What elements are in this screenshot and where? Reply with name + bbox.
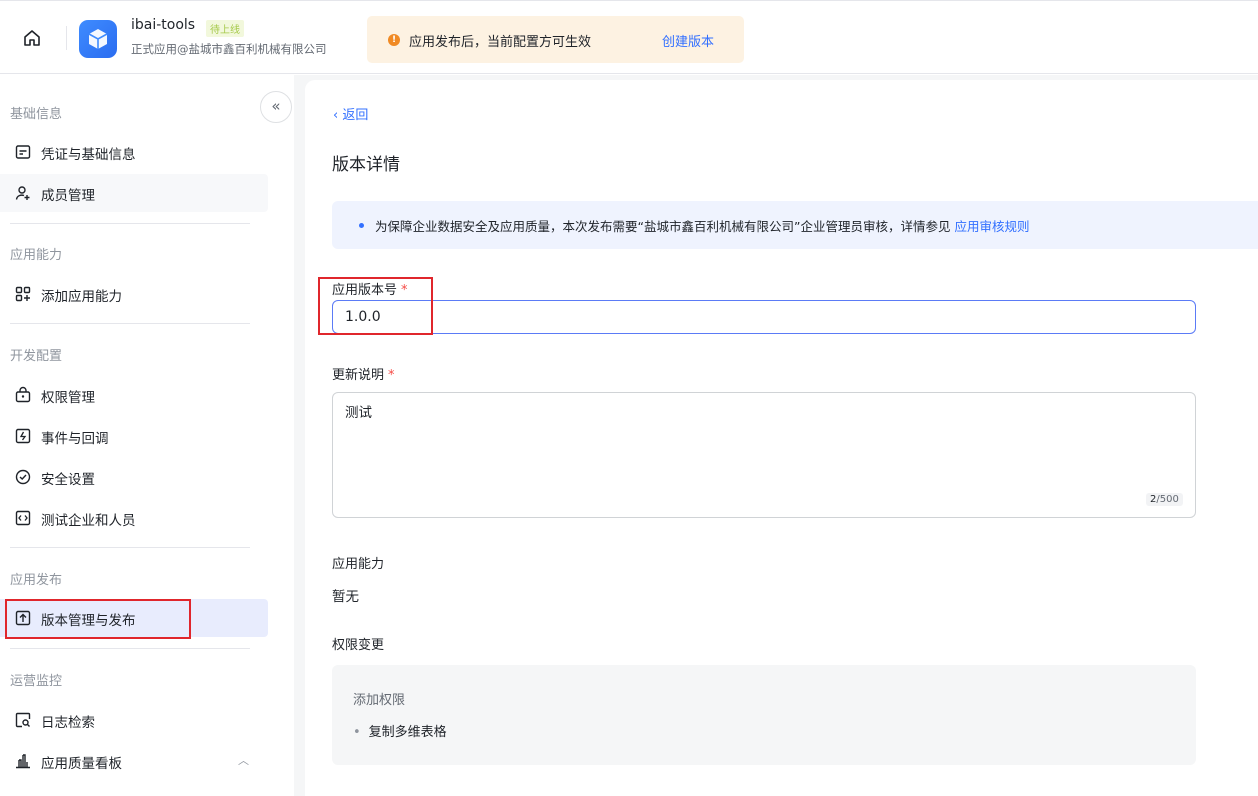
info-banner: 为保障企业数据安全及应用质量，本次发布需要“盐城市鑫百利机械有限公司”企业管理员…	[332, 201, 1258, 249]
top-header: ibai-tools 待上线 正式应用@盐城市鑫百利机械有限公司 ! 应用发布后…	[0, 0, 1258, 74]
notes-textarea[interactable]: 测试	[332, 392, 1196, 518]
permission-change-box: 添加权限 复制多维表格	[332, 665, 1196, 765]
sidebar-item-label: 测试企业和人员	[41, 513, 136, 529]
back-link[interactable]: ‹ 返回	[333, 104, 368, 123]
bullet-icon	[359, 223, 364, 228]
page-title: 版本详情	[332, 155, 400, 175]
sidebar-item-label: 安全设置	[41, 472, 95, 488]
status-badge: 待上线	[206, 20, 244, 37]
notice-text: 应用发布后，当前配置方可生效	[409, 35, 592, 50]
event-icon	[14, 427, 32, 445]
section-title-capability: 应用能力	[10, 248, 63, 263]
chevron-left-icon: ‹	[333, 108, 343, 123]
add-permission-title: 添加权限	[353, 693, 406, 708]
permission-item: 复制多维表格	[353, 721, 447, 740]
upload-icon	[14, 609, 32, 627]
credential-icon	[14, 143, 32, 161]
sidebar-item-label: 事件与回调	[41, 431, 109, 447]
shield-icon	[14, 468, 32, 486]
code-icon	[14, 509, 32, 527]
sidebar-divider	[10, 223, 250, 224]
capability-value: 暂无	[332, 589, 359, 605]
sidebar-divider	[10, 547, 250, 548]
sidebar-item-permissions[interactable]: 权限管理	[0, 376, 268, 414]
sidebar-item-label: 成员管理	[41, 188, 95, 204]
section-title-release: 应用发布	[10, 573, 63, 588]
create-version-link[interactable]: 创建版本	[662, 31, 714, 50]
section-title-ops: 运营监控	[10, 674, 63, 689]
version-label: 应用版本号 *	[332, 283, 408, 298]
app-name: ibai-tools	[131, 17, 196, 33]
sidebar-item-label: 版本管理与发布	[41, 613, 136, 629]
sidebar-item-label: 应用质量看板	[41, 756, 122, 772]
info-text: 为保障企业数据安全及应用质量，本次发布需要“盐城市鑫百利机械有限公司”企业管理员…	[375, 219, 1030, 234]
sidebar-item-label: 添加应用能力	[41, 289, 122, 305]
log-search-icon	[14, 711, 32, 729]
app-logo-icon	[79, 20, 117, 58]
bar-chart-icon	[14, 752, 32, 770]
publish-notice: ! 应用发布后，当前配置方可生效 创建版本	[367, 16, 744, 63]
header-divider	[66, 26, 67, 50]
home-icon[interactable]	[22, 28, 42, 48]
chevron-up-icon[interactable]: ︿	[238, 752, 249, 768]
collapse-sidebar-button[interactable]: «	[260, 91, 292, 123]
char-counter: 2/500	[1146, 493, 1183, 506]
app-subtitle: 正式应用@盐城市鑫百利机械有限公司	[131, 42, 327, 56]
sidebar-item-version-release[interactable]: 版本管理与发布	[0, 599, 268, 637]
sidebar-divider	[10, 323, 250, 324]
section-title-dev: 开发配置	[10, 349, 63, 364]
sidebar-item-label: 凭证与基础信息	[41, 147, 136, 163]
version-input[interactable]: 1.0.0	[332, 300, 1196, 334]
sidebar-item-label: 日志检索	[41, 715, 95, 731]
sidebar-item-quality-board[interactable]: 应用质量看板 ︿	[0, 742, 268, 780]
lock-icon	[14, 386, 32, 404]
notes-label: 更新说明 *	[332, 368, 395, 383]
grid-add-icon	[14, 285, 32, 303]
sidebar-item-add-capability[interactable]: 添加应用能力	[0, 275, 268, 313]
sidebar-item-log-search[interactable]: 日志检索	[0, 701, 268, 739]
sidebar-item-members[interactable]: 成员管理	[0, 174, 268, 212]
section-title-basic: 基础信息	[10, 107, 63, 122]
sidebar-item-security[interactable]: 安全设置	[0, 458, 268, 496]
add-member-icon	[14, 184, 32, 202]
review-rules-link[interactable]: 应用审核规则	[954, 219, 1029, 234]
sidebar-item-credentials[interactable]: 凭证与基础信息	[0, 133, 268, 171]
sidebar-item-test-enterprise[interactable]: 测试企业和人员	[0, 499, 268, 537]
sidebar-item-label: 权限管理	[41, 390, 95, 406]
warning-icon: !	[388, 34, 400, 46]
capability-label: 应用能力	[332, 557, 385, 572]
permission-change-label: 权限变更	[332, 638, 385, 653]
sidebar-divider	[10, 648, 250, 649]
sidebar-item-events[interactable]: 事件与回调	[0, 417, 268, 455]
